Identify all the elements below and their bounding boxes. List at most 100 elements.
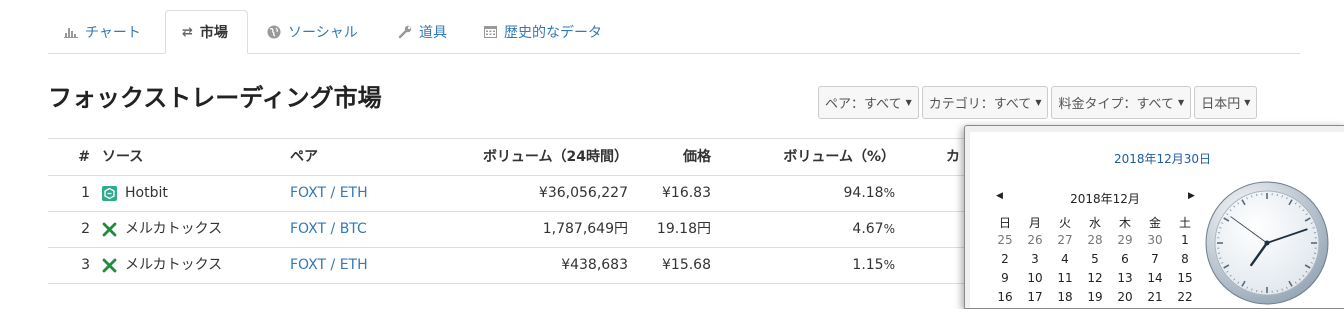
source-name-link[interactable]: メルカトックス (125, 247, 222, 283)
percent-number: 1.15 (852, 257, 883, 273)
calendar-icon (484, 25, 497, 38)
tab-tools[interactable]: 道具 (382, 10, 470, 53)
source-cell: メルカトックス (102, 211, 222, 247)
calendar-day[interactable]: 6 (1110, 252, 1140, 266)
calendar-day[interactable]: 21 (1140, 290, 1170, 304)
calendar-day[interactable]: 25 (990, 233, 1020, 247)
tab-label: 道具 (419, 22, 447, 42)
calendar-day[interactable]: 19 (1080, 290, 1110, 304)
calendar-day[interactable]: 9 (990, 271, 1020, 285)
selected-date-link[interactable]: 2018年12月30日 (970, 150, 1344, 167)
calendar-day[interactable]: 28 (1080, 233, 1110, 247)
calendar-day[interactable]: 13 (1110, 271, 1140, 285)
currency-filter-button[interactable]: 日本円 ▼ (1194, 86, 1257, 119)
calendar-day[interactable]: 20 (1110, 290, 1140, 304)
calendar-day[interactable]: 10 (1020, 271, 1050, 285)
caret-down-icon: ▼ (1244, 98, 1250, 107)
header-volume[interactable]: ボリューム（24時間） (428, 139, 628, 175)
header-category[interactable]: カ (946, 139, 960, 175)
tab-label: チャート (85, 22, 141, 42)
tab-label: 歴史的なデータ (504, 22, 602, 42)
calendar-day[interactable]: 11 (1050, 271, 1080, 285)
percent-sign: % (884, 186, 895, 200)
pair-link[interactable]: FOXT / ETH (290, 247, 368, 283)
header-source[interactable]: ソース (102, 139, 143, 175)
volume-percent-value: 1.15% (748, 247, 895, 283)
calendar-day[interactable]: 17 (1020, 290, 1050, 304)
source-name-link[interactable]: Hotbit (125, 175, 168, 211)
hotbit-logo-icon (102, 186, 117, 201)
source-name-link[interactable]: メルカトックス (125, 211, 222, 247)
row-num: 2 (48, 211, 90, 247)
fee-type-filter-label: 料金タイプ：すべて (1058, 93, 1174, 112)
caret-down-icon: ▼ (906, 98, 912, 107)
header-pair[interactable]: ペア (290, 139, 318, 175)
volume-percent-value: 4.67% (748, 211, 895, 247)
percent-number: 4.67 (852, 221, 883, 237)
row-num: 1 (48, 175, 90, 211)
exchange-icon: ⇄ (182, 25, 193, 40)
category-filter-label: カテゴリ：すべて (929, 93, 1032, 112)
calendar-day[interactable]: 27 (1050, 233, 1080, 247)
weekday-header: 月 (1020, 214, 1050, 231)
calendar-day[interactable]: 8 (1170, 252, 1200, 266)
row-num: 3 (48, 247, 90, 283)
tab-historical-data[interactable]: 歴史的なデータ (468, 10, 628, 53)
analog-clock (1204, 180, 1330, 306)
weekday-header: 木 (1110, 214, 1140, 231)
mercatox-logo-icon (102, 222, 117, 237)
tab-markets[interactable]: ⇄ 市場 (165, 10, 248, 54)
price-value: ¥16.83 (638, 175, 711, 211)
pair-filter-button[interactable]: ペア：すべて ▼ (818, 86, 919, 119)
header-price[interactable]: 価格 (638, 139, 711, 175)
calendar-nav: ◀ 2018年12月 ▶ (990, 190, 1220, 208)
price-value: ¥15.68 (638, 247, 711, 283)
caret-down-icon: ▼ (1035, 98, 1041, 107)
source-cell: Hotbit (102, 175, 168, 211)
weekday-header: 土 (1170, 214, 1200, 231)
price-value: 19.18円 (638, 211, 711, 247)
category-filter-button[interactable]: カテゴリ：すべて ▼ (922, 86, 1049, 119)
tab-chart[interactable]: チャート (48, 10, 165, 53)
mercatox-logo-icon (102, 258, 117, 273)
tab-label: 市場 (200, 22, 228, 42)
percent-sign: % (884, 222, 895, 236)
calendar-day[interactable]: 5 (1080, 252, 1110, 266)
calendar-day[interactable]: 26 (1020, 233, 1050, 247)
calendar-day[interactable]: 18 (1050, 290, 1080, 304)
calendar-day[interactable]: 30 (1140, 233, 1170, 247)
pair-link[interactable]: FOXT / BTC (290, 211, 367, 247)
calendar-day[interactable]: 2 (990, 252, 1020, 266)
calendar-day[interactable]: 1 (1170, 233, 1200, 247)
calendar-day[interactable]: 15 (1170, 271, 1200, 285)
tab-social[interactable]: ソーシャル (251, 10, 381, 53)
calendar-day[interactable]: 29 (1110, 233, 1140, 247)
calendar-day[interactable]: 4 (1050, 252, 1080, 266)
calendar-day[interactable]: 22 (1170, 290, 1200, 304)
fee-type-filter-button[interactable]: 料金タイプ：すべて ▼ (1051, 86, 1191, 119)
weekday-header: 金 (1140, 214, 1170, 231)
caret-down-icon: ▼ (1178, 98, 1184, 107)
calendar-day[interactable]: 3 (1020, 252, 1050, 266)
globe-icon (267, 25, 281, 39)
next-month-icon[interactable]: ▶ (1188, 191, 1195, 201)
calendar-day[interactable]: 14 (1140, 271, 1170, 285)
calendar-day[interactable]: 16 (990, 290, 1020, 304)
filter-bar: ペア：すべて ▼ カテゴリ：すべて ▼ 料金タイプ：すべて ▼ 日本円 ▼ (818, 86, 1257, 119)
pair-link[interactable]: FOXT / ETH (290, 175, 368, 211)
calendar-day[interactable]: 7 (1140, 252, 1170, 266)
weekday-header: 火 (1050, 214, 1080, 231)
weekday-header: 水 (1080, 214, 1110, 231)
header-num: # (48, 139, 90, 175)
wrench-icon (398, 25, 412, 39)
clock-center-cap (1265, 241, 1270, 246)
currency-filter-label: 日本円 (1201, 93, 1240, 112)
volume-percent-value: 94.18% (748, 175, 895, 211)
percent-number: 94.18 (844, 185, 884, 201)
calendar-month-label[interactable]: 2018年12月 (990, 190, 1220, 207)
header-volume-percent[interactable]: ボリューム（%） (748, 139, 895, 175)
calendar-day[interactable]: 12 (1080, 271, 1110, 285)
tab-label: ソーシャル (288, 22, 358, 42)
page-title: フォックストレーディング市場 (48, 78, 382, 113)
bar-chart-icon (64, 26, 78, 38)
